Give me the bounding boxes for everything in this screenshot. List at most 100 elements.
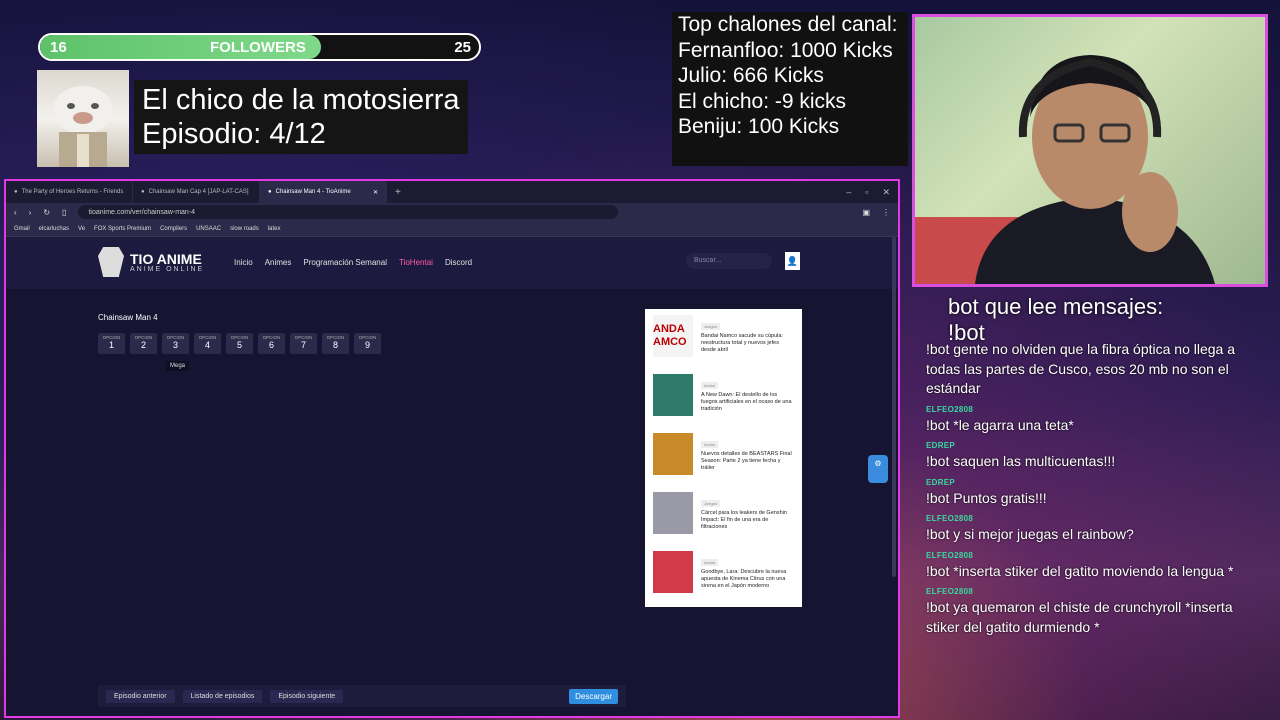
tio-logo-icon: [98, 247, 124, 277]
news-item[interactable]: Anime Nuevos detalles de BEASTARS Final S…: [653, 433, 794, 492]
webcam-feed: [912, 14, 1268, 287]
site-logo[interactable]: TIO ANIME ANIME ONLINE: [98, 247, 204, 277]
nav-tiohentai[interactable]: TioHentai: [399, 258, 433, 267]
news-tag: Anime: [701, 441, 719, 448]
nav-programacion[interactable]: Programación Semanal: [303, 258, 387, 267]
download-button[interactable]: Descargar: [569, 688, 618, 704]
maximize-icon[interactable]: ▫: [865, 187, 868, 198]
news-thumbnail: [653, 374, 693, 416]
option-number: 8: [332, 340, 338, 350]
bookmark-item[interactable]: Ve: [78, 226, 85, 232]
logo-title: TIO ANIME: [130, 250, 202, 267]
cat-avatar: [37, 70, 129, 167]
new-tab-icon[interactable]: +: [387, 187, 409, 198]
episode-list-button[interactable]: Listado de episodios: [182, 689, 263, 703]
option-number: 1: [108, 340, 114, 350]
extensions-area: ▣ ⋮: [862, 208, 890, 217]
bookmark-item[interactable]: elcarluchas: [39, 226, 69, 232]
server-option-button[interactable]: OPCION 5: [226, 333, 253, 354]
server-option-button[interactable]: OPCION 6: [258, 333, 285, 354]
address-bar-row: ‹ › ↻ ▯ tioanime.com/ver/chainsaw-man-4 …: [6, 203, 898, 221]
option-number: 9: [364, 340, 370, 350]
top-heading: Top chalones del canal:: [678, 13, 898, 36]
url-field[interactable]: tioanime.com/ver/chainsaw-man-4: [78, 205, 619, 219]
option-number: 7: [300, 340, 306, 350]
server-options: OPCION 1 OPCION 2 OPCION 3 OPCION 4 OPCION 5 OPCIO…: [98, 333, 381, 354]
top-entry: El chicho: -9 kicks: [678, 89, 847, 113]
close-tab-icon[interactable]: ✕: [373, 189, 378, 196]
followers-goal: 25: [454, 39, 471, 56]
next-episode-button[interactable]: Episodio siguiente: [270, 689, 344, 703]
news-item[interactable]: Juegos Cárcel para los leakers de Genshin…: [653, 492, 794, 551]
site-header: TIO ANIME ANIME ONLINE Inicio Animes Pro…: [6, 237, 898, 289]
chat-message: ELFEO2808 !bot ya quemaron el chiste de c…: [926, 587, 1236, 637]
bookmark-item[interactable]: Gmail: [14, 226, 30, 232]
browser-tab[interactable]: ● The Party of Heroes Returns - Friends: [6, 181, 133, 203]
bookmark-icon[interactable]: ▯: [62, 208, 66, 217]
followers-label: FOLLOWERS: [210, 39, 306, 56]
tab-favicon-icon: ●: [14, 189, 18, 195]
server-option-button[interactable]: OPCION 7: [290, 333, 317, 354]
news-thumbnail: [653, 492, 693, 534]
extension-icon[interactable]: ▣: [862, 208, 870, 217]
news-sidebar: ANDA AMCO Juegos Bandai Namco sacude su cú…: [645, 309, 802, 607]
tab-label: Chainsaw Man 4 - TioAnime: [275, 189, 351, 195]
option-number: 2: [140, 340, 146, 350]
chat-username: ELFEO2808: [926, 587, 974, 596]
nav-inicio[interactable]: Inicio: [234, 258, 253, 267]
news-tag: Juegos: [701, 323, 720, 330]
anime-episode: Episodio: 4/12: [142, 118, 326, 150]
server-option-button[interactable]: OPCION 4: [194, 333, 221, 354]
browser-tab[interactable]: ● Chainsaw Man Cap 4 [JAP-LAT-CAS]: [133, 181, 260, 203]
browser-tab-active[interactable]: ● Chainsaw Man 4 - TioAnime ✕: [260, 181, 387, 203]
news-item[interactable]: Anime Goodbye, Lara: Descubre la nueva ap…: [653, 551, 794, 610]
chat-message: ELFEO2808 !bot y si mejor juegas el rainb…: [926, 514, 1236, 545]
nav-discord[interactable]: Discord: [445, 258, 472, 267]
chat-username: EDREP: [926, 477, 956, 487]
chat-panel: !bot gente no olviden que la fibra óptic…: [926, 340, 1236, 643]
nav-animes[interactable]: Animes: [265, 258, 292, 267]
news-item[interactable]: ANDA AMCO Juegos Bandai Namco sacude su cú…: [653, 315, 794, 374]
option-number: 6: [268, 340, 274, 350]
forward-icon[interactable]: ›: [29, 208, 32, 217]
logo-subtitle: ANIME ONLINE: [130, 265, 205, 273]
window-controls: – ▫ ✕: [846, 187, 898, 198]
tab-label: Chainsaw Man Cap 4 [JAP-LAT-CAS]: [148, 189, 249, 195]
bookmark-item[interactable]: slow roads: [230, 226, 259, 232]
chat-text: !bot *inserta stiker del gatito moviendo…: [926, 562, 1234, 579]
close-window-icon[interactable]: ✕: [882, 187, 890, 198]
anime-title-box: El chico de la motosierra Episodio: 4/12: [134, 80, 468, 154]
news-item[interactable]: Anime A New Dawn: El destello de los fueg…: [653, 374, 794, 433]
bookmark-item[interactable]: UNSAAC: [196, 226, 221, 232]
chat-text: !bot *le agarra una teta*: [926, 416, 1074, 433]
server-option-button[interactable]: OPCION 2: [130, 333, 157, 354]
server-option-button[interactable]: OPCION 9: [354, 333, 381, 354]
tab-bar: ● The Party of Heroes Returns - Friends ●…: [6, 181, 898, 203]
chat-username: ELFEO2808: [926, 550, 974, 560]
server-option-button[interactable]: OPCION 8: [322, 333, 349, 354]
bookmark-item[interactable]: Compilers: [160, 226, 187, 232]
reload-icon[interactable]: ↻: [43, 208, 50, 217]
followers-goal-bar: 16 FOLLOWERS 25: [38, 33, 481, 61]
bot-info-line1: bot que lee mensajes:: [948, 294, 1164, 319]
server-option-button[interactable]: OPCION 3: [162, 333, 189, 354]
chat-username: EDREP: [926, 441, 956, 450]
chat-message: EDREP !bot Puntos gratis!!!: [926, 478, 1236, 509]
news-tag: Anime: [701, 559, 719, 566]
bookmark-item[interactable]: latex: [268, 226, 281, 232]
bookmark-item[interactable]: FOX Sports Premium: [94, 226, 151, 232]
top-entry: Julio: 666 Kicks: [678, 64, 824, 87]
back-icon[interactable]: ‹: [14, 208, 17, 217]
prev-episode-button[interactable]: Episodio anterior: [106, 689, 175, 703]
episode-title: Chainsaw Man 4: [98, 313, 158, 322]
menu-icon[interactable]: ⋮: [882, 208, 890, 217]
chat-text: !bot gente no olviden que la fibra óptic…: [926, 341, 1236, 396]
server-option-button[interactable]: OPCION 1: [98, 333, 125, 354]
news-thumbnail: [653, 551, 693, 593]
user-account-button[interactable]: 👤: [785, 252, 800, 270]
floating-settings-button[interactable]: ⚙: [868, 455, 888, 483]
site-search-input[interactable]: Buscar...: [686, 253, 772, 269]
page-scrollbar[interactable]: [892, 237, 896, 577]
minimize-icon[interactable]: –: [846, 187, 851, 198]
option-number: 4: [204, 340, 210, 350]
